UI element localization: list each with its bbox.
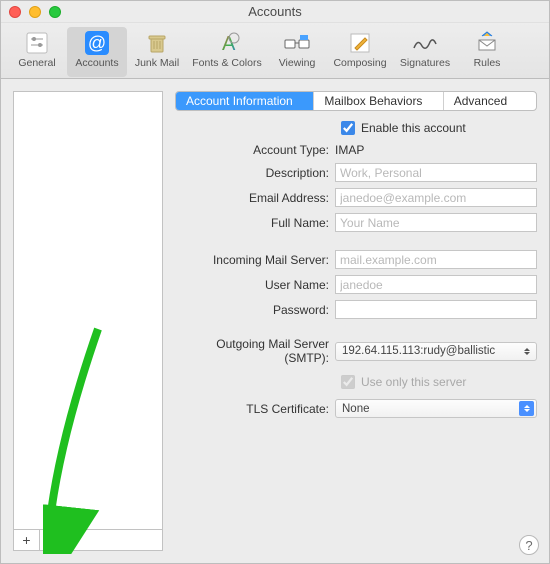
zoom-window-button[interactable] (49, 6, 61, 18)
password-field[interactable] (335, 300, 537, 319)
toolbar-label: Rules (474, 57, 501, 69)
fullname-field[interactable] (335, 213, 537, 232)
use-only-checkbox (341, 375, 355, 389)
toolbar-accounts[interactable]: @ Accounts (67, 27, 127, 77)
window-title: Accounts (248, 4, 301, 19)
use-only-row: Use only this server (175, 375, 537, 389)
smtp-row: Outgoing Mail Server (SMTP): 192.64.115.… (175, 337, 537, 365)
tls-select[interactable]: None (335, 399, 537, 418)
minimize-window-button[interactable] (29, 6, 41, 18)
enable-account-label: Enable this account (361, 121, 466, 135)
accounts-sidebar: + − (13, 91, 163, 551)
username-field[interactable] (335, 275, 537, 294)
username-label: User Name: (175, 278, 335, 292)
description-label: Description: (175, 166, 335, 180)
help-button[interactable]: ? (519, 535, 539, 555)
signature-icon (409, 27, 441, 59)
toolbar-viewing[interactable]: Viewing (267, 27, 327, 77)
incoming-field[interactable] (335, 250, 537, 269)
close-window-button[interactable] (9, 6, 21, 18)
username-row: User Name: (175, 275, 537, 294)
detail-tabs: Account Information Mailbox Behaviors Ad… (175, 91, 537, 111)
tls-value: None (342, 403, 370, 415)
fullname-row: Full Name: (175, 213, 537, 232)
titlebar: Accounts (1, 1, 549, 23)
toolbar-label: Fonts & Colors (192, 57, 261, 69)
tab-account-info[interactable]: Account Information (176, 92, 314, 110)
fullname-label: Full Name: (175, 216, 335, 230)
toolbar-label: Viewing (279, 57, 316, 69)
description-row: Description: (175, 163, 537, 182)
password-label: Password: (175, 303, 335, 317)
spacer (66, 530, 162, 550)
use-only-label: Use only this server (361, 375, 466, 389)
slider-icon (21, 27, 53, 59)
toolbar-rules[interactable]: Rules (457, 27, 517, 77)
rules-icon (471, 27, 503, 59)
toolbar-label: General (18, 57, 55, 69)
toolbar-label: Accounts (75, 57, 118, 69)
chevron-updown-icon (519, 401, 534, 416)
add-account-button[interactable]: + (14, 530, 40, 550)
tab-advanced[interactable]: Advanced (444, 92, 536, 110)
email-field[interactable] (335, 188, 537, 207)
account-type-value: IMAP (335, 143, 537, 157)
toolbar-general[interactable]: General (7, 27, 67, 77)
compose-icon (344, 27, 376, 59)
accounts-list[interactable] (13, 91, 163, 529)
window-controls (9, 6, 61, 18)
chevron-updown-icon (519, 344, 534, 359)
email-label: Email Address: (175, 191, 335, 205)
toolbar-composing[interactable]: Composing (327, 27, 393, 77)
smtp-label: Outgoing Mail Server (SMTP): (175, 337, 335, 365)
account-type-row: Account Type: IMAP (175, 143, 537, 157)
fonts-icon: A (211, 27, 243, 59)
toolbar-junk[interactable]: Junk Mail (127, 27, 187, 77)
remove-account-button[interactable]: − (40, 530, 66, 550)
toolbar-label: Signatures (400, 57, 450, 69)
tls-label: TLS Certificate: (175, 402, 335, 416)
account-add-remove-bar: + − (13, 529, 163, 551)
toolbar-label: Junk Mail (135, 57, 179, 69)
tab-mailbox-behaviors[interactable]: Mailbox Behaviors (314, 92, 443, 110)
at-icon: @ (81, 27, 113, 59)
enable-account-row: Enable this account (175, 121, 537, 135)
content-area: + − Account Information Mailbox Behavior… (1, 79, 549, 563)
accounts-window: Accounts General @ Accounts Junk Mail A … (0, 0, 550, 564)
trash-icon (141, 27, 173, 59)
smtp-value: 192.64.115.113:rudy@ballistic (342, 345, 495, 357)
account-detail: Account Information Mailbox Behaviors Ad… (175, 91, 537, 551)
enable-account-checkbox[interactable] (341, 121, 355, 135)
email-row: Email Address: (175, 188, 537, 207)
account-type-label: Account Type: (175, 143, 335, 157)
incoming-row: Incoming Mail Server: (175, 250, 537, 269)
svg-text:@: @ (88, 33, 106, 53)
incoming-label: Incoming Mail Server: (175, 253, 335, 267)
preferences-toolbar: General @ Accounts Junk Mail A Fonts & C… (1, 23, 549, 79)
tls-row: TLS Certificate: None (175, 399, 537, 418)
toolbar-fonts[interactable]: A Fonts & Colors (187, 27, 267, 77)
smtp-select[interactable]: 192.64.115.113:rudy@ballistic (335, 342, 537, 361)
glasses-icon (281, 27, 313, 59)
password-row: Password: (175, 300, 537, 319)
toolbar-label: Composing (333, 57, 386, 69)
description-field[interactable] (335, 163, 537, 182)
toolbar-signatures[interactable]: Signatures (393, 27, 457, 77)
